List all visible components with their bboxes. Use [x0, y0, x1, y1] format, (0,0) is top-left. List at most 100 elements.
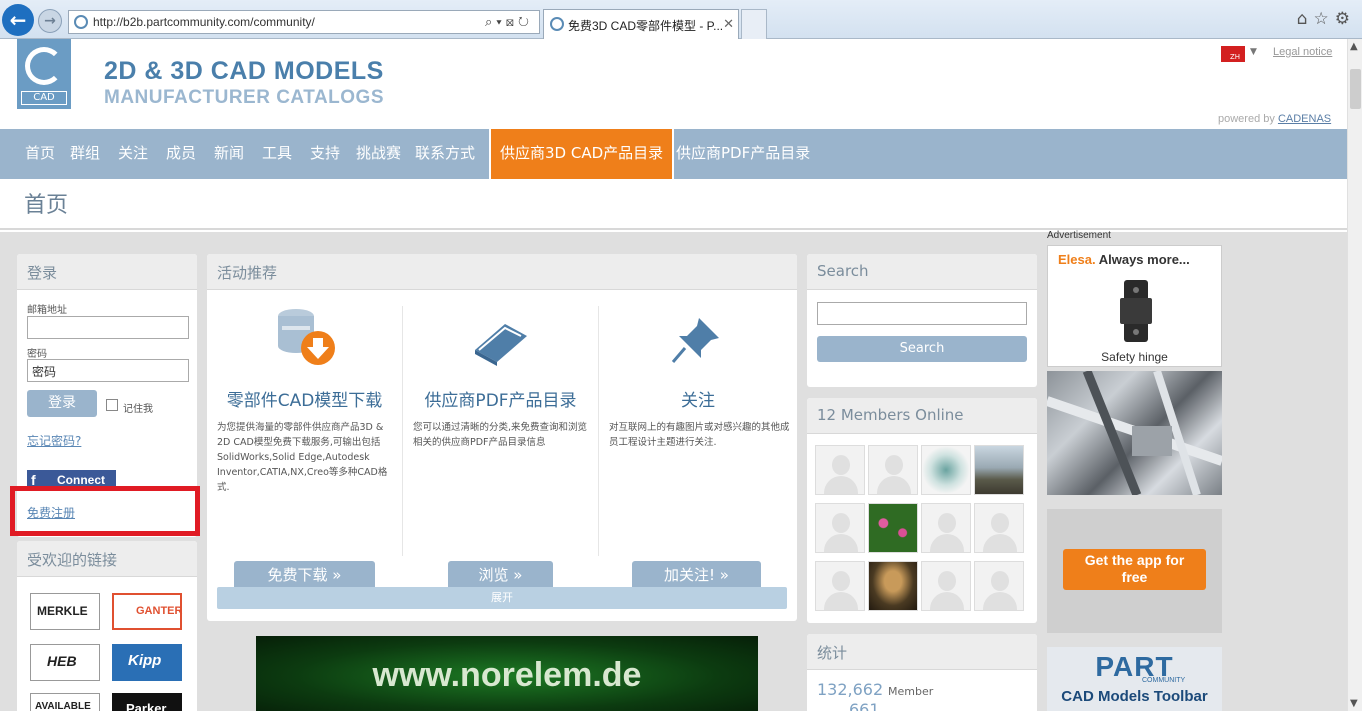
site-subtitle: MANUFACTURER CATALOGS	[104, 87, 384, 108]
language-flag-icon[interactable]: ZH	[1221, 46, 1245, 62]
avatar-placeholder-head	[991, 513, 1009, 533]
activity-heading: 活动推荐	[207, 254, 797, 290]
popular-links-panel: 受欢迎的链接 MERKLE GANTER HEB Kipp AVAILABLE …	[17, 541, 197, 711]
forward-arrow-icon[interactable]: →	[38, 9, 62, 33]
get-app-button[interactable]: Get the app for free	[1063, 549, 1206, 590]
kipp-logo[interactable]: Kipp	[112, 644, 182, 681]
nav-home[interactable]: 首页	[25, 129, 55, 179]
member-avatar[interactable]	[815, 445, 865, 495]
part-community-ad[interactable]: PART COMMUNITY CAD Models Toolbar	[1047, 647, 1222, 711]
download-parts-icon	[278, 309, 335, 365]
nav-pdf-catalogs[interactable]: 供应商PDF产品目录	[676, 129, 810, 179]
elesa-caption: Safety hinge	[1101, 350, 1168, 364]
facebook-connect-label: Connect	[57, 473, 105, 487]
member-avatar[interactable]	[974, 561, 1024, 611]
member-avatar[interactable]	[815, 503, 865, 553]
aluminium-profile-image	[1045, 369, 1224, 497]
ganter-logo[interactable]: GANTER	[112, 593, 182, 630]
follow-button[interactable]: 加关注! »	[632, 561, 761, 590]
feature-download: 零部件CAD模型下载 为您提供海量的零部件供应商产品3D & 2D CAD模型免…	[207, 306, 402, 590]
feature-pdf-title[interactable]: 供应商PDF产品目录	[403, 386, 598, 411]
legal-notice-link[interactable]: Legal notice	[1273, 46, 1332, 58]
heb-logo[interactable]: HEB	[30, 644, 100, 681]
search-input[interactable]	[817, 302, 1027, 325]
search-button[interactable]: Search	[817, 336, 1027, 362]
member-avatar[interactable]	[921, 503, 971, 553]
member-avatar[interactable]	[868, 561, 918, 611]
password-field[interactable]: 密码	[27, 359, 189, 382]
nav-members[interactable]: 成员	[166, 129, 196, 179]
book-icon	[475, 324, 527, 366]
feature-download-desc: 为您提供海量的零部件供应商产品3D & 2D CAD模型免费下载服务,可输出包括…	[217, 422, 388, 493]
merkle-logo[interactable]: MERKLE	[30, 593, 100, 630]
feature-download-title[interactable]: 零部件CAD模型下载	[207, 386, 402, 411]
search-panel: Search Search	[807, 254, 1037, 387]
nav-groups[interactable]: 群组	[70, 129, 100, 179]
browser-home-favorites-settings-icons[interactable]: ⌂☆⚙	[1297, 9, 1356, 29]
nav-support[interactable]: 支持	[310, 129, 340, 179]
email-field[interactable]	[27, 316, 189, 339]
member-avatar[interactable]	[815, 561, 865, 611]
member-avatar[interactable]	[868, 445, 918, 495]
avatar-placeholder-head	[832, 455, 850, 475]
remember-checkbox[interactable]	[106, 399, 118, 411]
part-logo: PART	[1095, 651, 1174, 682]
member-count-label: Member	[888, 685, 934, 698]
email-label: 邮箱地址	[27, 305, 67, 316]
browse-button[interactable]: 浏览 »	[448, 561, 553, 590]
nav-challenge[interactable]: 挑战赛	[356, 129, 401, 179]
register-highlight-frame	[10, 486, 200, 536]
scroll-down-icon[interactable]: ▼	[1350, 698, 1358, 709]
popular-links-heading: 受欢迎的链接	[17, 541, 197, 577]
back-arrow-icon[interactable]: ←	[2, 4, 34, 36]
scroll-up-icon[interactable]: ▲	[1350, 41, 1358, 52]
web-page: CAD 2D & 3D CAD MODELS MANUFACTURER CATA…	[0, 39, 1347, 711]
column-divider	[402, 306, 403, 556]
elesa-tagline: Always more...	[1098, 252, 1190, 267]
member-avatar[interactable]	[974, 503, 1024, 553]
chevron-down-icon[interactable]: ▼	[1250, 47, 1257, 57]
parker-logo[interactable]: Parker	[112, 693, 182, 711]
available-logo[interactable]: AVAILABLE	[30, 693, 100, 711]
nav-3d-cad-catalogs[interactable]: 供应商3D CAD产品目录	[489, 129, 675, 179]
member-avatar[interactable]	[921, 561, 971, 611]
avatar-placeholder-head	[938, 513, 956, 533]
vertical-scrollbar[interactable]: ▲ ▼	[1347, 39, 1362, 711]
member-avatar[interactable]	[921, 445, 971, 495]
advertisement-label: Advertisement	[1047, 230, 1111, 241]
search-heading: Search	[807, 254, 1037, 290]
scrollbar-thumb[interactable]	[1350, 69, 1361, 109]
aluminium-profile-ad[interactable]	[1045, 369, 1224, 497]
login-button[interactable]: 登录	[27, 390, 97, 417]
elesa-ad[interactable]: Elesa. Always more... Safety hinge	[1047, 245, 1222, 367]
get-app-ad[interactable]: Get the app for free	[1047, 509, 1222, 633]
browser-tab[interactable]: 免费3D CAD零部件模型 - P... ✕	[543, 9, 739, 39]
nav-news[interactable]: 新闻	[214, 129, 244, 179]
feature-follow-title[interactable]: 关注	[599, 386, 797, 411]
page-title: 首页	[24, 193, 69, 218]
avatar-placeholder-body	[877, 476, 911, 494]
cadenas-logo[interactable]: CAD	[17, 39, 71, 109]
expand-button[interactable]: 展开	[217, 587, 787, 609]
members-online-panel: 12 Members Online	[807, 398, 1037, 623]
site-favicon-icon	[74, 15, 88, 29]
nav-tools[interactable]: 工具	[262, 129, 292, 179]
nav-follow[interactable]: 关注	[118, 129, 148, 179]
new-tab-button[interactable]	[741, 9, 767, 39]
remember-label: 记住我	[123, 404, 153, 415]
member-avatar[interactable]	[868, 503, 918, 553]
free-download-button[interactable]: 免费下载 »	[234, 561, 375, 590]
address-bar[interactable]: http://b2b.partcommunity.com/community/ …	[68, 10, 540, 34]
close-tab-icon[interactable]: ✕	[723, 16, 734, 32]
cadenas-link[interactable]: CADENAS	[1278, 113, 1331, 125]
elesa-headline: Elesa. Always more...	[1058, 252, 1190, 267]
member-avatar[interactable]	[974, 445, 1024, 495]
address-tools-icon[interactable]: ⌕▾⊠↻	[485, 14, 533, 30]
nav-contact[interactable]: 联系方式	[415, 129, 475, 179]
password-label: 密码	[27, 349, 47, 360]
avatar-placeholder-body	[983, 592, 1017, 610]
avatar-placeholder-body	[930, 592, 964, 610]
norelem-banner[interactable]: www.norelem.de	[256, 636, 758, 711]
feature-follow: 关注 对互联网上的有趣图片或对感兴趣的其他成员工程设计主题进行关注. 加关注! …	[599, 306, 797, 590]
forgot-password-link[interactable]: 忘记密码?	[27, 432, 81, 449]
